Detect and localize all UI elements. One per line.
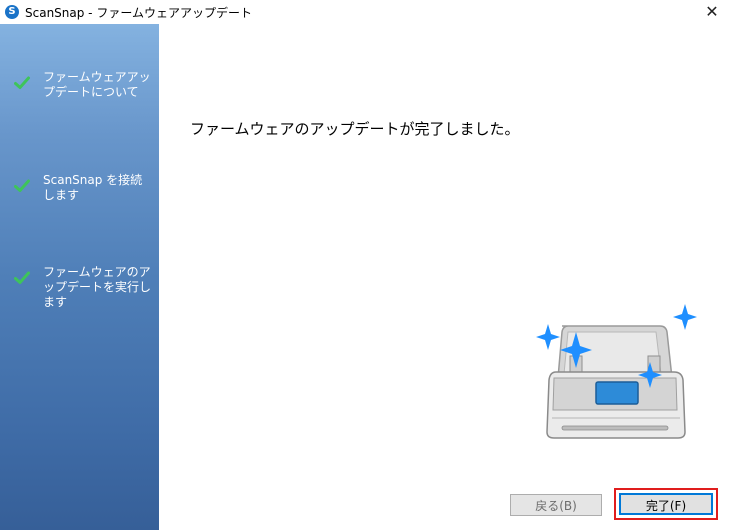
scanner-sparkle-illustration xyxy=(536,304,697,439)
back-button[interactable]: 戻る(B) xyxy=(510,494,602,516)
sidebar-step-label: ScanSnap を接続します xyxy=(43,173,143,202)
title-bar: S ScanSnap - ファームウェアアップデート ✕ xyxy=(0,0,732,24)
steps-sidebar: ファームウェアアップデートについて ScanSnap を接続します ファームウェ… xyxy=(0,24,159,530)
scansnap-logo-icon: S xyxy=(5,5,19,19)
window-title: ScanSnap - ファームウェアアップデート xyxy=(25,6,252,20)
checkmark-icon xyxy=(14,76,30,89)
close-button[interactable]: ✕ xyxy=(698,0,726,24)
checkmark-icon xyxy=(14,179,30,192)
sidebar-step-label: ファームウェアのアップデートを実行します xyxy=(43,265,152,309)
finish-button[interactable]: 完了(F) xyxy=(619,493,713,515)
checkmark-icon xyxy=(14,271,30,284)
completion-message: ファームウェアのアップデートが完了しました。 xyxy=(190,120,520,138)
sidebar-step-label: ファームウェアアップデートについて xyxy=(43,70,151,99)
